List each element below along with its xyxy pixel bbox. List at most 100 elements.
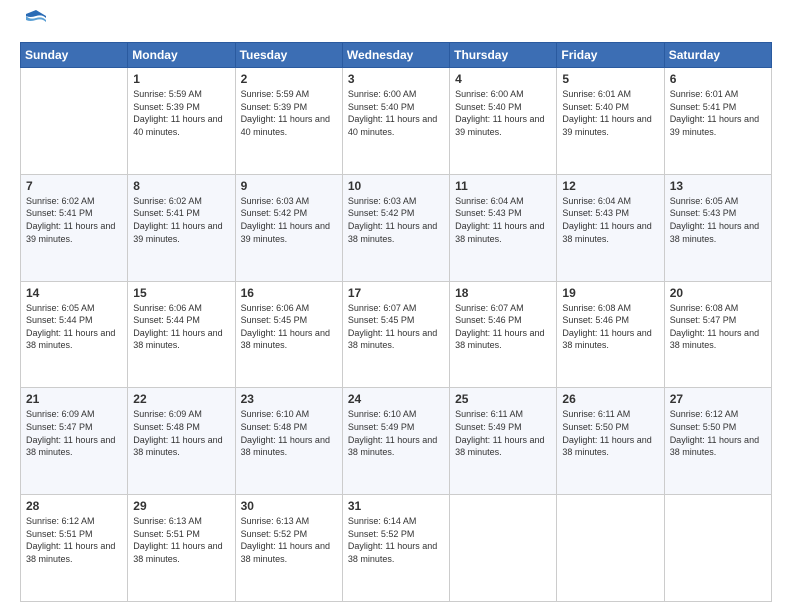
weekday-header-thursday: Thursday (450, 43, 557, 68)
day-number: 12 (562, 179, 658, 193)
calendar-cell: 20 Sunrise: 6:08 AMSunset: 5:47 PMDayligh… (664, 281, 771, 388)
cell-info: Sunrise: 6:10 AMSunset: 5:48 PMDaylight:… (241, 408, 337, 458)
cell-info: Sunrise: 6:04 AMSunset: 5:43 PMDaylight:… (562, 195, 658, 245)
cell-info: Sunrise: 6:08 AMSunset: 5:46 PMDaylight:… (562, 302, 658, 352)
weekday-header-sunday: Sunday (21, 43, 128, 68)
day-number: 2 (241, 72, 337, 86)
cell-info: Sunrise: 6:13 AMSunset: 5:52 PMDaylight:… (241, 515, 337, 565)
cell-info: Sunrise: 6:05 AMSunset: 5:44 PMDaylight:… (26, 302, 122, 352)
day-number: 17 (348, 286, 444, 300)
cell-info: Sunrise: 6:03 AMSunset: 5:42 PMDaylight:… (348, 195, 444, 245)
cell-info: Sunrise: 6:05 AMSunset: 5:43 PMDaylight:… (670, 195, 766, 245)
day-number: 26 (562, 392, 658, 406)
cell-info: Sunrise: 6:02 AMSunset: 5:41 PMDaylight:… (133, 195, 229, 245)
calendar-cell: 8 Sunrise: 6:02 AMSunset: 5:41 PMDaylight… (128, 174, 235, 281)
calendar-cell: 15 Sunrise: 6:06 AMSunset: 5:44 PMDayligh… (128, 281, 235, 388)
logo-icon (24, 8, 48, 32)
cell-info: Sunrise: 6:14 AMSunset: 5:52 PMDaylight:… (348, 515, 444, 565)
cell-info: Sunrise: 6:00 AMSunset: 5:40 PMDaylight:… (348, 88, 444, 138)
calendar-cell: 19 Sunrise: 6:08 AMSunset: 5:46 PMDayligh… (557, 281, 664, 388)
day-number: 30 (241, 499, 337, 513)
cell-info: Sunrise: 6:10 AMSunset: 5:49 PMDaylight:… (348, 408, 444, 458)
calendar-page: SundayMondayTuesdayWednesdayThursdayFrid… (0, 0, 792, 612)
calendar-week-5: 28 Sunrise: 6:12 AMSunset: 5:51 PMDayligh… (21, 495, 772, 602)
cell-info: Sunrise: 6:01 AMSunset: 5:40 PMDaylight:… (562, 88, 658, 138)
cell-info: Sunrise: 6:01 AMSunset: 5:41 PMDaylight:… (670, 88, 766, 138)
calendar-cell: 29 Sunrise: 6:13 AMSunset: 5:51 PMDayligh… (128, 495, 235, 602)
weekday-header-wednesday: Wednesday (342, 43, 449, 68)
calendar-cell (450, 495, 557, 602)
day-number: 9 (241, 179, 337, 193)
calendar-table: SundayMondayTuesdayWednesdayThursdayFrid… (20, 42, 772, 602)
day-number: 13 (670, 179, 766, 193)
cell-info: Sunrise: 6:13 AMSunset: 5:51 PMDaylight:… (133, 515, 229, 565)
day-number: 5 (562, 72, 658, 86)
day-number: 21 (26, 392, 122, 406)
cell-info: Sunrise: 6:02 AMSunset: 5:41 PMDaylight:… (26, 195, 122, 245)
calendar-week-2: 7Sunrise: 6:02 AMSunset: 5:41 PMDaylight… (21, 174, 772, 281)
day-number: 28 (26, 499, 122, 513)
weekday-header-friday: Friday (557, 43, 664, 68)
cell-info: Sunrise: 6:03 AMSunset: 5:42 PMDaylight:… (241, 195, 337, 245)
calendar-week-3: 14Sunrise: 6:05 AMSunset: 5:44 PMDayligh… (21, 281, 772, 388)
day-number: 10 (348, 179, 444, 193)
cell-info: Sunrise: 6:07 AMSunset: 5:45 PMDaylight:… (348, 302, 444, 352)
day-number: 16 (241, 286, 337, 300)
calendar-cell (557, 495, 664, 602)
calendar-cell: 25Sunrise: 6:11 AMSunset: 5:49 PMDayligh… (450, 388, 557, 495)
day-number: 27 (670, 392, 766, 406)
day-number: 15 (133, 286, 229, 300)
cell-info: Sunrise: 6:11 AMSunset: 5:49 PMDaylight:… (455, 408, 551, 458)
cell-info: Sunrise: 5:59 AMSunset: 5:39 PMDaylight:… (133, 88, 229, 138)
weekday-header-tuesday: Tuesday (235, 43, 342, 68)
cell-info: Sunrise: 6:06 AMSunset: 5:44 PMDaylight:… (133, 302, 229, 352)
calendar-week-4: 21 Sunrise: 6:09 AMSunset: 5:47 PMDayligh… (21, 388, 772, 495)
calendar-cell (21, 68, 128, 175)
weekday-header-monday: Monday (128, 43, 235, 68)
header (20, 16, 772, 32)
day-number: 18 (455, 286, 551, 300)
weekday-header-row: SundayMondayTuesdayWednesdayThursdayFrid… (21, 43, 772, 68)
cell-info: Sunrise: 6:08 AMSunset: 5:47 PMDaylight:… (670, 302, 766, 352)
day-number: 20 (670, 286, 766, 300)
calendar-cell: 30 Sunrise: 6:13 AMSunset: 5:52 PMDayligh… (235, 495, 342, 602)
calendar-cell: 2 Sunrise: 5:59 AMSunset: 5:39 PMDaylight… (235, 68, 342, 175)
calendar-cell: 14Sunrise: 6:05 AMSunset: 5:44 PMDayligh… (21, 281, 128, 388)
calendar-cell: 22Sunrise: 6:09 AMSunset: 5:48 PMDayligh… (128, 388, 235, 495)
calendar-cell: 5 Sunrise: 6:01 AMSunset: 5:40 PMDaylight… (557, 68, 664, 175)
calendar-cell: 9 Sunrise: 6:03 AMSunset: 5:42 PMDaylight… (235, 174, 342, 281)
cell-info: Sunrise: 6:09 AMSunset: 5:47 PMDaylight:… (26, 408, 122, 458)
day-number: 23 (241, 392, 337, 406)
cell-info: Sunrise: 6:12 AMSunset: 5:51 PMDaylight:… (26, 515, 122, 565)
calendar-week-1: 1Sunrise: 5:59 AMSunset: 5:39 PMDaylight… (21, 68, 772, 175)
day-number: 24 (348, 392, 444, 406)
day-number: 19 (562, 286, 658, 300)
calendar-cell: 11Sunrise: 6:04 AMSunset: 5:43 PMDayligh… (450, 174, 557, 281)
day-number: 8 (133, 179, 229, 193)
calendar-cell: 6 Sunrise: 6:01 AMSunset: 5:41 PMDaylight… (664, 68, 771, 175)
cell-info: Sunrise: 6:12 AMSunset: 5:50 PMDaylight:… (670, 408, 766, 458)
calendar-cell: 10 Sunrise: 6:03 AMSunset: 5:42 PMDayligh… (342, 174, 449, 281)
day-number: 11 (455, 179, 551, 193)
cell-info: Sunrise: 6:00 AMSunset: 5:40 PMDaylight:… (455, 88, 551, 138)
calendar-cell: 21 Sunrise: 6:09 AMSunset: 5:47 PMDayligh… (21, 388, 128, 495)
calendar-cell: 24 Sunrise: 6:10 AMSunset: 5:49 PMDayligh… (342, 388, 449, 495)
calendar-cell: 31Sunrise: 6:14 AMSunset: 5:52 PMDayligh… (342, 495, 449, 602)
calendar-cell: 16Sunrise: 6:06 AMSunset: 5:45 PMDayligh… (235, 281, 342, 388)
day-number: 3 (348, 72, 444, 86)
calendar-cell: 18 Sunrise: 6:07 AMSunset: 5:46 PMDayligh… (450, 281, 557, 388)
cell-info: Sunrise: 5:59 AMSunset: 5:39 PMDaylight:… (241, 88, 337, 138)
calendar-cell: 26 Sunrise: 6:11 AMSunset: 5:50 PMDayligh… (557, 388, 664, 495)
day-number: 29 (133, 499, 229, 513)
calendar-cell: 7Sunrise: 6:02 AMSunset: 5:41 PMDaylight… (21, 174, 128, 281)
calendar-cell: 13 Sunrise: 6:05 AMSunset: 5:43 PMDayligh… (664, 174, 771, 281)
calendar-cell: 28 Sunrise: 6:12 AMSunset: 5:51 PMDayligh… (21, 495, 128, 602)
calendar-cell: 17 Sunrise: 6:07 AMSunset: 5:45 PMDayligh… (342, 281, 449, 388)
cell-info: Sunrise: 6:11 AMSunset: 5:50 PMDaylight:… (562, 408, 658, 458)
day-number: 4 (455, 72, 551, 86)
calendar-cell: 27 Sunrise: 6:12 AMSunset: 5:50 PMDayligh… (664, 388, 771, 495)
calendar-cell: 1Sunrise: 5:59 AMSunset: 5:39 PMDaylight… (128, 68, 235, 175)
cell-info: Sunrise: 6:07 AMSunset: 5:46 PMDaylight:… (455, 302, 551, 352)
day-number: 6 (670, 72, 766, 86)
weekday-header-saturday: Saturday (664, 43, 771, 68)
